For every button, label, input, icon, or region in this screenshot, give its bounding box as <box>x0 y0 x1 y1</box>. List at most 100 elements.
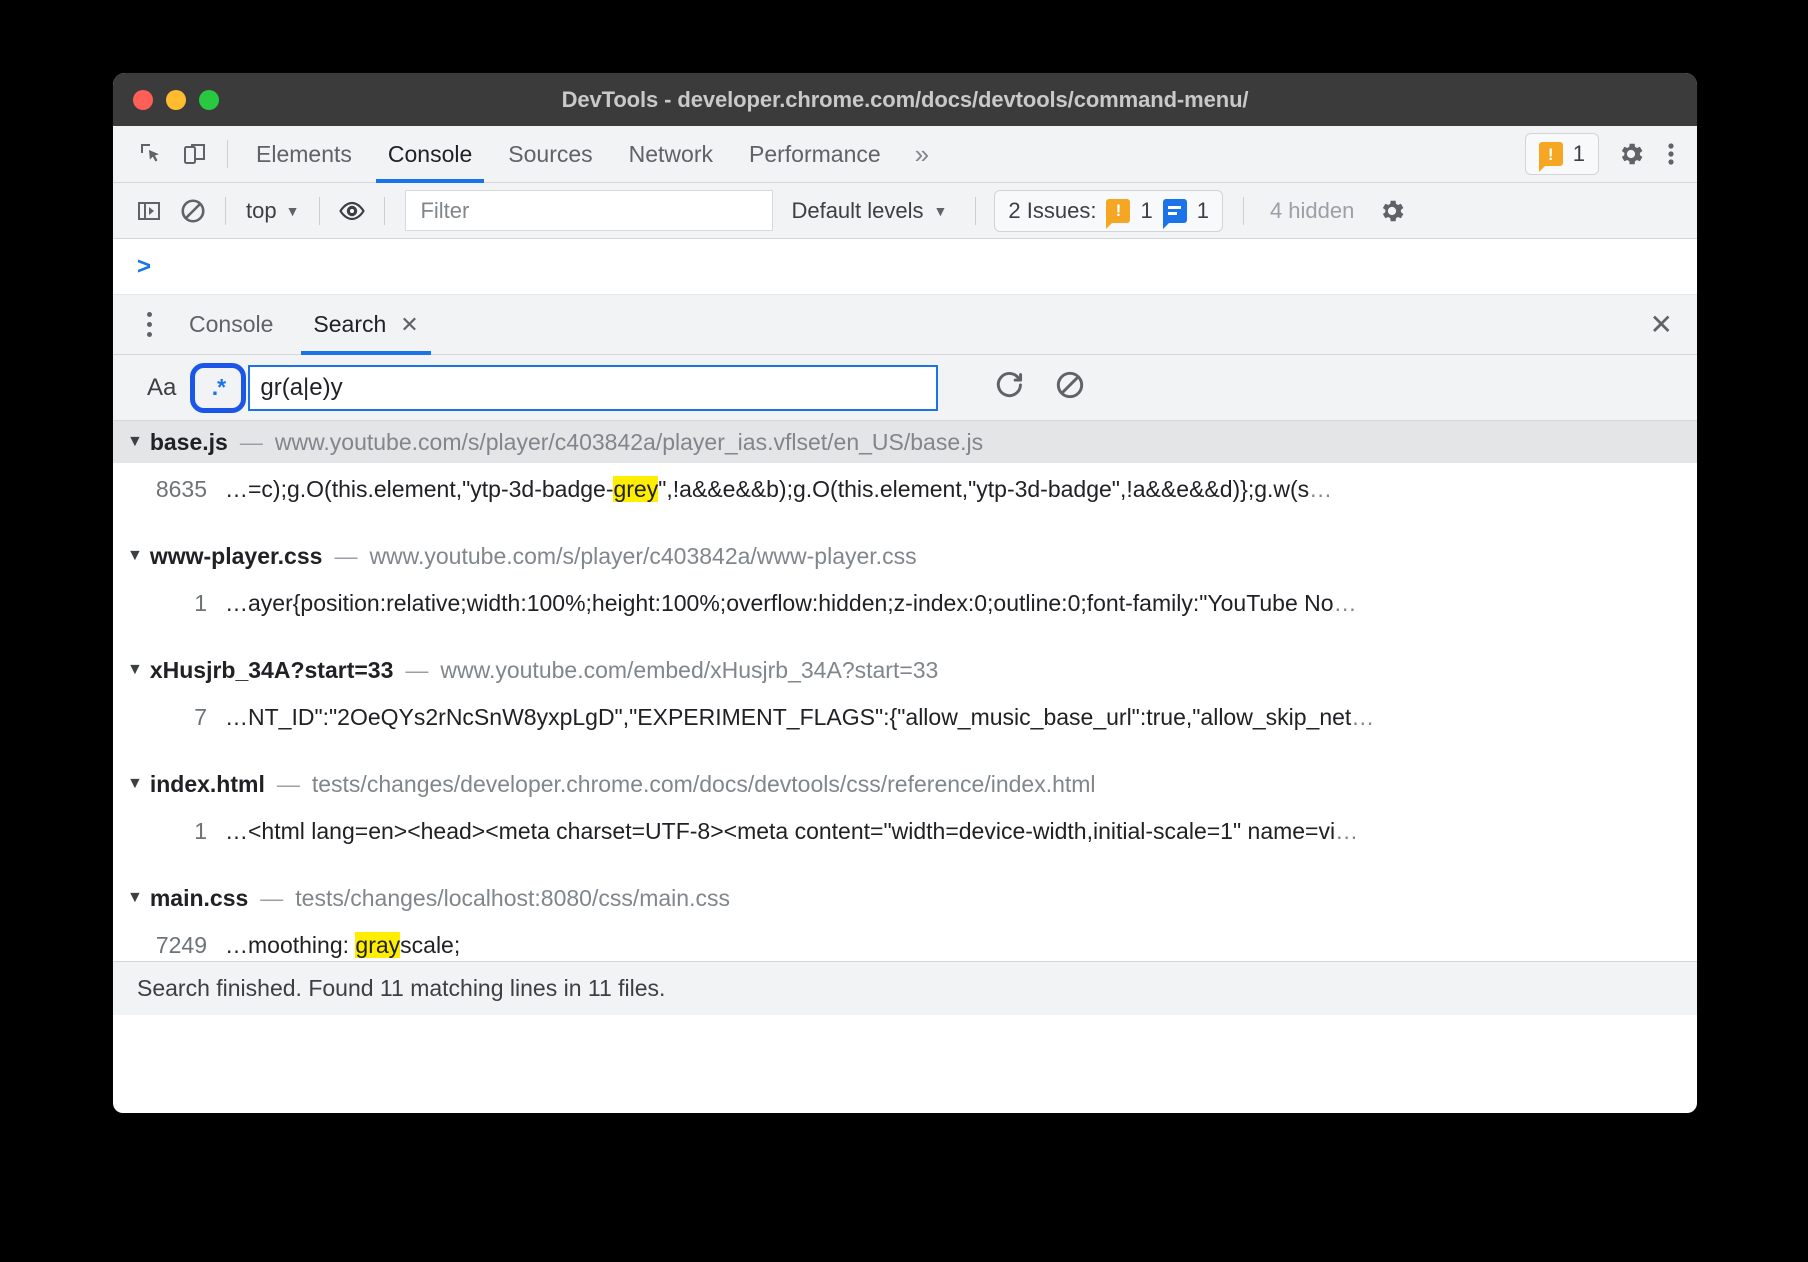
result-match-row[interactable]: 7 …NT_ID":"2OeQYs2rNcSnW8yxpLgD","EXPERI… <box>113 691 1697 737</box>
result-group-header[interactable]: ▼ base.js — www.youtube.com/s/player/c40… <box>113 421 1697 463</box>
chevron-down-icon[interactable]: ▼ <box>127 889 143 907</box>
focus-ring <box>190 363 246 413</box>
result-match-row[interactable]: 7249 …moothing: grayscale; <box>113 919 1697 961</box>
filter-divider-2 <box>319 197 320 225</box>
prompt-caret-icon: > <box>137 253 151 281</box>
issues-info-count: 1 <box>1197 198 1209 224</box>
clear-search-icon[interactable] <box>1054 369 1086 406</box>
drawer-tab-search[interactable]: Search ✕ <box>293 295 438 355</box>
chevron-down-icon[interactable]: ▼ <box>127 433 143 451</box>
window-title: DevTools - developer.chrome.com/docs/dev… <box>113 87 1697 113</box>
clear-console-icon[interactable] <box>171 189 215 233</box>
result-match-row[interactable]: 8635 …=c);g.O(this.element,"ytp-3d-badge… <box>113 463 1697 509</box>
tab-sources[interactable]: Sources <box>490 126 610 183</box>
chevron-down-icon[interactable]: ▼ <box>127 547 143 565</box>
result-file-url: www.youtube.com/s/player/c403842a/player… <box>275 429 983 456</box>
close-icon[interactable]: ✕ <box>400 312 418 338</box>
snippet-post: scale; <box>400 932 460 958</box>
main-toolbar: Elements Console Sources Network Perform… <box>113 126 1697 183</box>
result-gap <box>113 737 1697 763</box>
execution-context-selector[interactable]: top ▼ <box>236 198 309 224</box>
result-line-number: 7249 <box>113 932 225 959</box>
refresh-icon[interactable] <box>994 369 1026 406</box>
result-snippet: …=c);g.O(this.element,"ytp-3d-badge-grey… <box>225 476 1332 503</box>
filter-input[interactable]: Filter <box>405 190 773 231</box>
device-toggle-icon[interactable] <box>173 132 217 176</box>
drawer-more-options-icon[interactable] <box>129 312 169 337</box>
result-file-url: www.youtube.com/embed/xHusjrb_34A?start=… <box>440 657 938 684</box>
result-file-name: xHusjrb_34A?start=33 <box>150 657 394 684</box>
more-tabs-icon[interactable]: » <box>899 126 945 183</box>
snippet-ellipsis: … <box>1335 818 1358 844</box>
use-regex-button[interactable]: .* <box>190 363 246 413</box>
drawer-tab-console[interactable]: Console <box>169 295 293 355</box>
gear-icon[interactable] <box>1609 132 1653 176</box>
console-prompt-row[interactable]: > <box>113 239 1697 295</box>
search-input[interactable]: gr(a|e)y <box>248 365 938 411</box>
warning-icon: ! <box>1539 142 1563 166</box>
result-file-name: index.html <box>150 771 265 798</box>
snippet-pre: …ayer{position:relative;width:100%;heigh… <box>225 590 1334 616</box>
log-levels-selector[interactable]: Default levels ▼ <box>773 198 965 224</box>
tab-performance[interactable]: Performance <box>731 126 899 183</box>
screen: DevTools - developer.chrome.com/docs/dev… <box>0 0 1808 1262</box>
match-case-button[interactable]: Aa <box>133 374 190 402</box>
drawer-tab-search-label: Search <box>313 311 386 338</box>
chevron-down-icon[interactable]: ▼ <box>127 775 143 793</box>
result-match-row[interactable]: 1 …ayer{position:relative;width:100%;hei… <box>113 577 1697 623</box>
info-icon <box>1163 199 1187 223</box>
issues-summary-button[interactable]: 2 Issues: ! 1 1 <box>994 190 1223 232</box>
result-file-name: base.js <box>150 429 228 456</box>
result-snippet: …NT_ID":"2OeQYs2rNcSnW8yxpLgD","EXPERIME… <box>225 704 1374 731</box>
window-titlebar: DevTools - developer.chrome.com/docs/dev… <box>113 73 1697 126</box>
issues-counter-button[interactable]: ! 1 <box>1525 133 1599 175</box>
result-dash: — <box>240 429 263 456</box>
result-dash: — <box>405 657 428 684</box>
result-group-header[interactable]: ▼ xHusjrb_34A?start=33 — www.youtube.com… <box>113 649 1697 691</box>
filter-divider-3 <box>384 197 385 225</box>
log-levels-value: Default levels <box>791 198 923 224</box>
result-group-header[interactable]: ▼ www-player.css — www.youtube.com/s/pla… <box>113 535 1697 577</box>
result-snippet: …<html lang=en><head><meta charset=UTF-8… <box>225 818 1358 845</box>
kebab-menu-icon[interactable] <box>1653 132 1697 176</box>
snippet-highlight: grey <box>613 476 658 502</box>
warning-icon: ! <box>1106 199 1130 223</box>
result-match-row[interactable]: 1 …<html lang=en><head><meta charset=UTF… <box>113 805 1697 851</box>
result-file-url: tests/changes/developer.chrome.com/docs/… <box>312 771 1096 798</box>
tab-console[interactable]: Console <box>370 126 490 183</box>
issues-warning-count: 1 <box>1140 198 1152 224</box>
result-dash: — <box>277 771 300 798</box>
tab-elements[interactable]: Elements <box>238 126 370 183</box>
result-gap <box>113 509 1697 535</box>
drawer-tabbar: Console Search ✕ ✕ <box>113 295 1697 355</box>
search-results-list[interactable]: ▼ base.js — www.youtube.com/s/player/c40… <box>113 421 1697 961</box>
show-console-sidebar-icon[interactable] <box>127 189 171 233</box>
search-actions <box>938 369 1086 406</box>
devtools-window: DevTools - developer.chrome.com/docs/dev… <box>113 73 1697 1113</box>
live-expression-icon[interactable] <box>330 189 374 233</box>
chevron-down-icon[interactable]: ▼ <box>127 661 143 679</box>
close-drawer-button[interactable]: ✕ <box>1650 308 1697 341</box>
snippet-ellipsis: … <box>1351 704 1374 730</box>
chevron-down-icon: ▼ <box>934 203 948 219</box>
result-line-number: 1 <box>113 818 225 845</box>
result-file-name: main.css <box>150 885 248 912</box>
search-status-text: Search finished. Found 11 matching lines… <box>137 975 665 1002</box>
tab-network[interactable]: Network <box>611 126 731 183</box>
result-group-header[interactable]: ▼ index.html — tests/changes/developer.c… <box>113 763 1697 805</box>
snippet-pre: …NT_ID":"2OeQYs2rNcSnW8yxpLgD","EXPERIME… <box>225 704 1351 730</box>
toolbar-divider <box>227 140 228 168</box>
hidden-messages-label: 4 hidden <box>1254 198 1370 224</box>
snippet-pre: …<html lang=en><head><meta charset=UTF-8… <box>225 818 1335 844</box>
snippet-pre: …=c);g.O(this.element,"ytp-3d-badge- <box>225 476 613 502</box>
result-line-number: 8635 <box>113 476 225 503</box>
execution-context-value: top <box>246 198 277 224</box>
inspect-cursor-icon[interactable] <box>129 132 173 176</box>
result-line-number: 7 <box>113 704 225 731</box>
snippet-post: ",!a&&e&&b);g.O(this.element,"ytp-3d-bad… <box>658 476 1309 502</box>
result-file-url: tests/changes/localhost:8080/css/main.cs… <box>295 885 730 912</box>
issues-count: 1 <box>1573 141 1585 167</box>
result-group-header[interactable]: ▼ main.css — tests/changes/localhost:808… <box>113 877 1697 919</box>
gear-icon[interactable] <box>1370 189 1414 233</box>
console-filter-toolbar: top ▼ Filter Default levels ▼ 2 Issues: <box>113 183 1697 239</box>
